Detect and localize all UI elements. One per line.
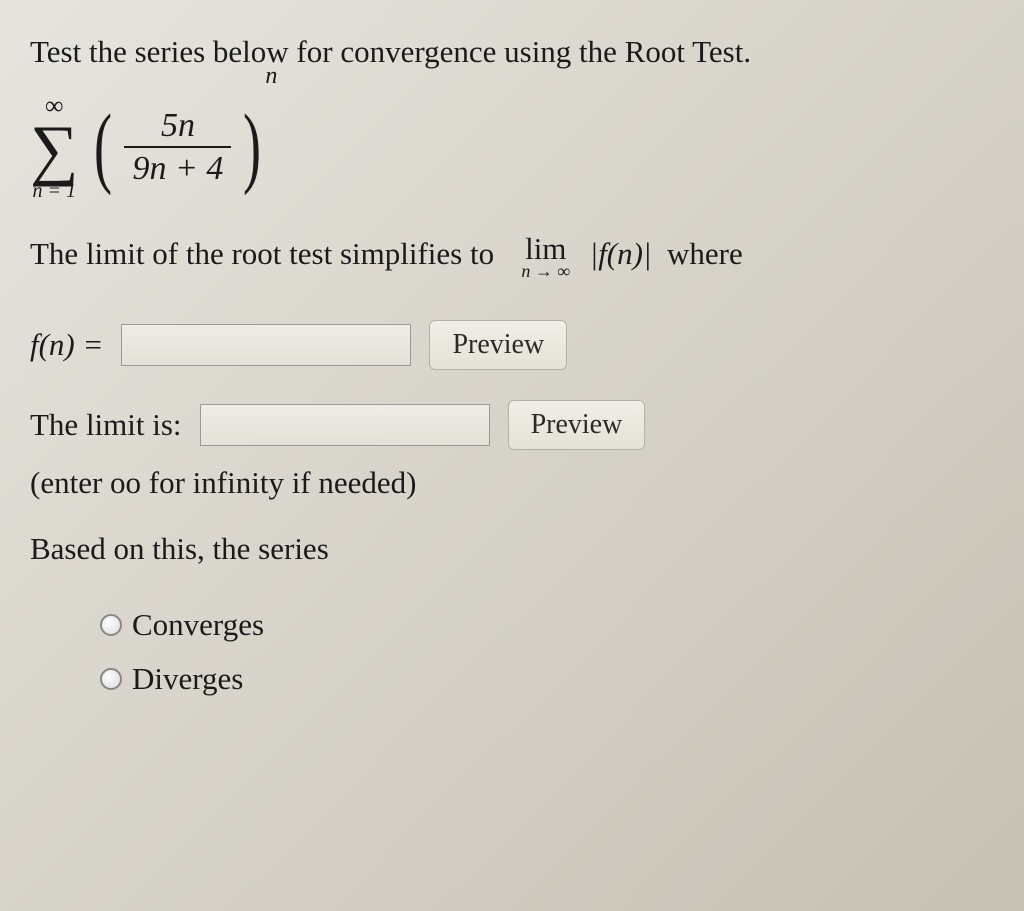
limit-suffix: where (667, 236, 743, 271)
exponent: n (265, 63, 277, 90)
lim-text: lim (525, 233, 566, 264)
numerator: 5n (153, 107, 203, 146)
lim-subscript: n → ∞ (521, 262, 570, 280)
limit-input-row: The limit is: Preview (30, 400, 994, 450)
limit-body: |f(n)| (590, 236, 652, 271)
radio-group: Converges Diverges (100, 607, 994, 697)
right-paren-icon: ) (243, 115, 261, 178)
radio-label-diverges: Diverges (132, 661, 243, 697)
fn-input-row: f(n) = Preview (30, 320, 994, 370)
preview-limit-button[interactable]: Preview (508, 400, 646, 450)
limit-label: The limit is: (30, 407, 182, 443)
fn-input[interactable] (121, 324, 411, 366)
conclusion-prompt: Based on this, the series (30, 531, 994, 567)
series-formula: ∞ ∑ n = 1 ( 5n 9n + 4 ) n (30, 93, 994, 200)
summation-lower: n = 1 (32, 181, 76, 201)
infinity-hint: (enter oo for infinity if needed) (30, 465, 994, 501)
limit-description: The limit of the root test simplifies to… (30, 231, 994, 280)
denominator: 9n + 4 (124, 146, 231, 187)
question-prompt: Test the series below for convergence us… (30, 30, 994, 73)
fn-label: f(n) = (30, 327, 103, 363)
radio-option-converges[interactable]: Converges (100, 607, 994, 643)
preview-fn-button[interactable]: Preview (429, 320, 567, 370)
radio-label-converges: Converges (132, 607, 264, 643)
radio-icon (100, 668, 122, 690)
summation-symbol: ∞ ∑ n = 1 (30, 93, 78, 200)
radio-option-diverges[interactable]: Diverges (100, 661, 994, 697)
limit-input[interactable] (200, 404, 490, 446)
fraction: 5n 9n + 4 (124, 107, 231, 188)
left-paren-icon: ( (94, 115, 112, 178)
limit-symbol: lim n → ∞ (521, 233, 570, 280)
radio-icon (100, 614, 122, 636)
limit-prefix: The limit of the root test simplifies to (30, 236, 494, 271)
sigma-icon: ∑ (30, 119, 78, 180)
